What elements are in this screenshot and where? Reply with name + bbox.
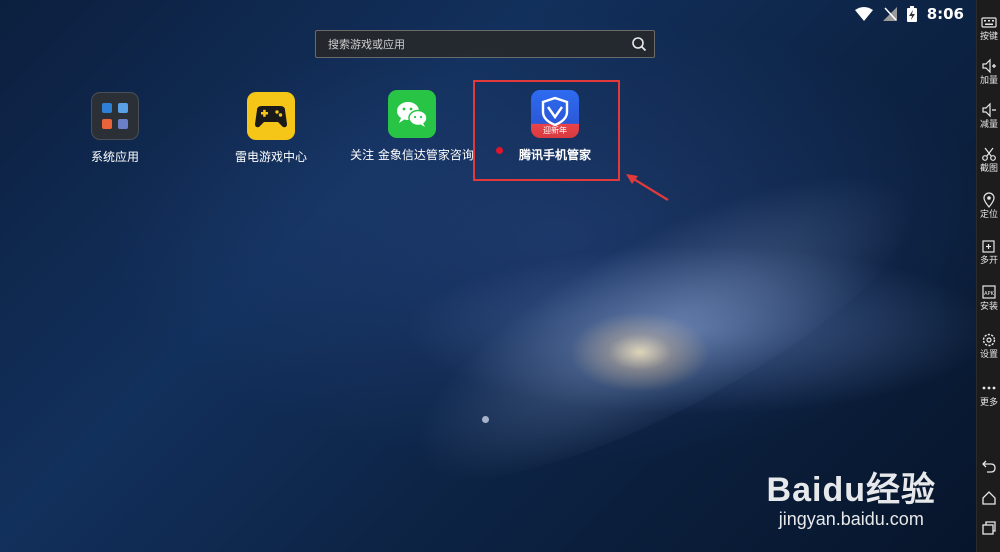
- gamepad-icon[interactable]: [247, 92, 295, 140]
- app-wechat[interactable]: 关注 金象信达管家咨询: [347, 90, 477, 163]
- wechat-icon[interactable]: [388, 90, 436, 138]
- location-pin-icon: [983, 192, 995, 208]
- desktop-wallpaper: 8:06 搜索游戏或应用 系统应用 雷电游戏中心 关注 金象信达管家咨询 迎新年…: [0, 0, 976, 552]
- highlight-annotation-box: [473, 80, 620, 181]
- annotation-arrow-icon: [626, 174, 669, 201]
- status-icons: 8:06: [854, 5, 964, 23]
- nav-back-button[interactable]: [977, 458, 1000, 476]
- multi-open-icon: [982, 240, 995, 253]
- sidebar-label: 按键: [979, 32, 998, 42]
- watermark-brand: Baidu经验: [766, 471, 936, 509]
- app-label: 关注 金象信达管家咨询: [350, 148, 474, 162]
- emulator-sidebar: 按键 加量 减量 截图 定位 多开 APK 安装 设置 更多: [976, 0, 1000, 552]
- volume-down-icon: [982, 102, 996, 118]
- gear-icon: [982, 333, 996, 347]
- sidebar-label: 设置: [979, 350, 998, 360]
- baidu-watermark: Baidu经验 jingyan.baidu.com: [767, 462, 936, 530]
- sidebar-item-screenshot[interactable]: 截图: [977, 146, 1000, 174]
- back-icon: [982, 460, 996, 473]
- search-icon[interactable]: [624, 31, 654, 57]
- sidebar-item-more[interactable]: 更多: [977, 380, 1000, 408]
- sidebar-item-install[interactable]: APK 安装: [977, 284, 1000, 312]
- app-label: 雷电游戏中心: [234, 150, 307, 164]
- search-placeholder: 搜索游戏或应用: [328, 38, 405, 51]
- search-input[interactable]: 搜索游戏或应用: [315, 30, 655, 58]
- sidebar-item-location[interactable]: 定位: [977, 192, 1000, 220]
- battery-charging-icon: [906, 6, 917, 22]
- nav-home-button[interactable]: [977, 490, 1000, 508]
- scissors-icon: [982, 147, 996, 161]
- sidebar-label: 安装: [979, 302, 998, 312]
- sidebar-label: 定位: [979, 210, 998, 220]
- sidebar-item-multi-open[interactable]: 多开: [977, 238, 1000, 266]
- app-system-apps[interactable]: 系统应用: [50, 92, 180, 165]
- wifi-icon: [854, 7, 873, 21]
- status-bar: 8:06: [0, 0, 976, 30]
- status-time: 8:06: [926, 5, 964, 23]
- apk-text: APK: [984, 291, 994, 297]
- sidebar-label: 加量: [979, 76, 998, 86]
- more-dots-icon: [982, 386, 996, 390]
- keyboard-icon: [981, 17, 997, 28]
- nav-recents-button[interactable]: [977, 520, 1000, 538]
- sidebar-item-volume-down[interactable]: 减量: [977, 102, 1000, 130]
- sidebar-item-volume-up[interactable]: 加量: [977, 58, 1000, 86]
- sidebar-label: 多开: [979, 256, 998, 266]
- home-icon: [982, 491, 996, 505]
- page-indicator-dot: [482, 416, 489, 423]
- sidebar-item-settings[interactable]: 设置: [977, 332, 1000, 360]
- sidebar-item-keymap[interactable]: 按键: [977, 14, 1000, 42]
- app-label: 系统应用: [90, 150, 139, 164]
- sidebar-label: 更多: [979, 398, 998, 408]
- app-leidian-game-center[interactable]: 雷电游戏中心: [206, 92, 336, 165]
- sidebar-label: 截图: [979, 164, 998, 174]
- watermark-url: jingyan.baidu.com: [778, 509, 924, 529]
- no-signal-icon: [882, 7, 897, 21]
- volume-up-icon: [982, 58, 996, 74]
- system-apps-folder-icon[interactable]: [91, 92, 139, 140]
- apk-install-icon: APK: [982, 285, 996, 299]
- sidebar-label: 减量: [979, 120, 998, 130]
- recents-icon: [982, 521, 996, 535]
